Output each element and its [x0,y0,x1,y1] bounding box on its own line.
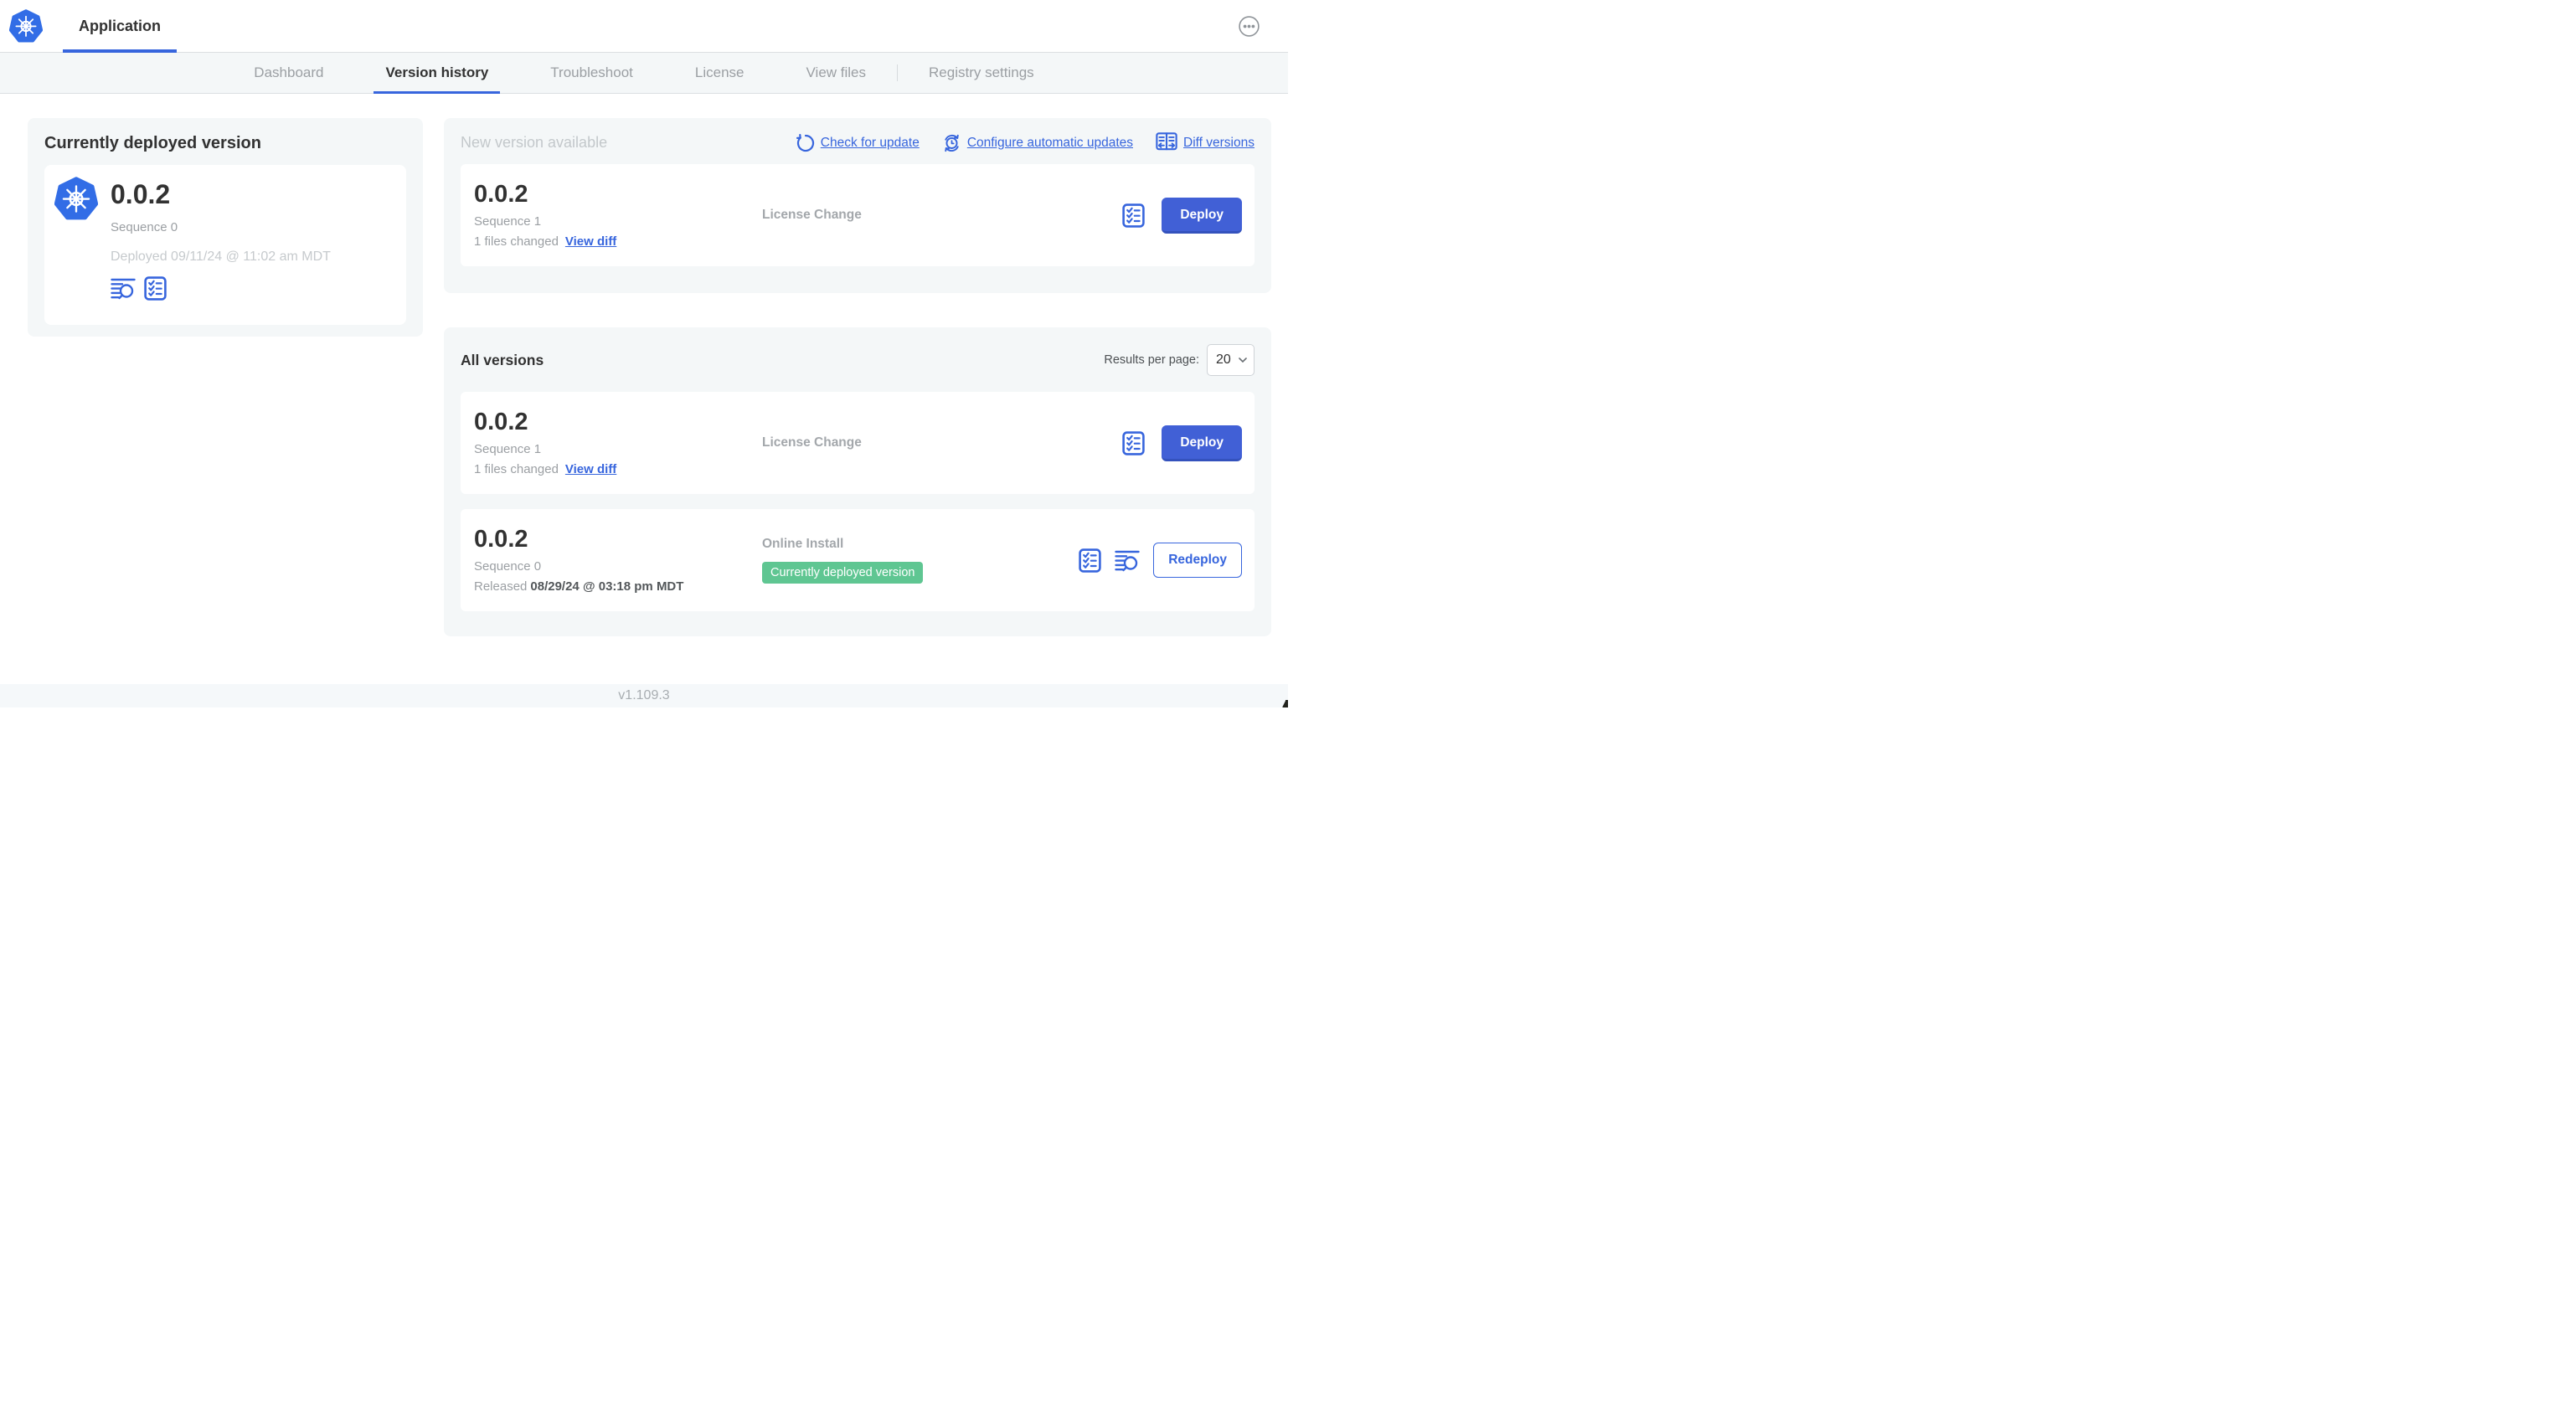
files-changed-text: 1 files changed [474,234,559,250]
version-history-column: New version available Check for update C… [444,118,1271,636]
released-line: Released 08/29/24 @ 03:18 pm MDT [474,579,762,594]
all-versions-card: All versions Results per page: 20 0.0.2 … [444,327,1271,636]
chevron-down-icon [1239,357,1247,363]
version-sequence: Sequence 1 [474,442,542,457]
version-row-deployed: 0.0.2 Sequence 0 Released 08/29/24 @ 03:1… [461,509,1255,611]
currently-deployed-badge: Currently deployed version [762,562,924,584]
diff-versions-label: Diff versions [1183,135,1255,150]
new-version-title: New version available [461,134,608,151]
row-spacer [461,494,1255,509]
app-nav-tabs: Dashboard Version history Troubleshoot L… [0,53,1288,94]
console-version: v1.109.3 [618,688,670,702]
released-prefix: Released [474,579,528,594]
version-row-actions: Deploy [1122,197,1242,234]
check-for-update-label: Check for update [820,135,920,150]
version-row: 0.0.2 Sequence 1 1 files changed View di… [461,392,1255,494]
all-versions-header: All versions Results per page: 20 [461,344,1255,376]
version-sequence: Sequence 0 [474,559,542,574]
tab-version-history[interactable]: Version history [374,53,501,94]
tab-dashboard[interactable]: Dashboard [242,53,335,93]
version-row-left: 0.0.2 Sequence 0 Released 08/29/24 @ 03:1… [474,525,762,594]
version-row-middle: License Change [762,208,1122,223]
kubernetes-logo-icon [9,9,43,43]
admin-console-page: Application Dashboard Version history Tr… [0,0,1288,708]
configure-automatic-updates-link[interactable]: Configure automatic updates [942,133,1133,152]
files-changed-text: 1 files changed [474,462,559,477]
configure-automatic-updates-label: Configure automatic updates [966,135,1133,150]
checklist-icon[interactable] [1079,548,1101,573]
results-per-page-select[interactable]: 20 [1207,344,1255,376]
app-tab-label: Application [79,17,161,34]
deploy-button[interactable]: Deploy [1162,197,1242,234]
overflow-menu-button[interactable] [1239,16,1260,37]
currently-deployed-version-box: 0.0.2 Sequence 0 Deployed 09/11/24 @ 11:… [44,165,406,325]
files-changed-line: 1 files changed View diff [474,234,762,249]
version-number: 0.0.2 [474,180,528,208]
checklist-icon[interactable] [1122,203,1146,228]
check-for-update-link[interactable]: Check for update [796,133,920,152]
auto-update-clock-icon [942,133,961,152]
view-diff-link[interactable]: View diff [565,462,616,476]
results-per-page-label: Results per page: [1104,353,1199,367]
checklist-icon[interactable] [144,276,167,301]
currently-deployed-title: Currently deployed version [44,134,261,152]
version-sequence: Sequence 1 [474,214,542,229]
version-row-left: 0.0.2 Sequence 1 1 files changed View di… [474,409,762,476]
nav-divider [897,64,899,81]
current-version-info: 0.0.2 Sequence 0 Deployed 09/11/24 @ 11:… [111,177,331,301]
diff-icon [1156,132,1177,153]
current-version-actions [111,276,331,301]
refresh-icon [796,133,815,152]
current-deployed-timestamp: Deployed 09/11/24 @ 11:02 am MDT [111,250,331,265]
version-row-middle: Online Install Currently deployed versio… [762,537,1079,584]
version-source: License Change [762,208,862,222]
version-row-actions: Redeploy [1079,543,1242,578]
new-version-card: New version available Check for update C… [444,118,1271,293]
footer: v1.109.3 [0,684,1288,708]
new-version-header: New version available Check for update C… [461,132,1255,153]
logs-icon[interactable] [1115,549,1140,572]
diff-versions-link[interactable]: Diff versions [1156,132,1255,153]
new-version-row: 0.0.2 Sequence 1 1 files changed View di… [461,164,1255,266]
version-number: 0.0.2 [474,525,528,553]
tab-troubleshoot[interactable]: Troubleshoot [538,53,645,93]
tab-registry-settings[interactable]: Registry settings [917,53,1046,93]
version-row-actions: Deploy [1122,424,1242,461]
redeploy-button[interactable]: Redeploy [1153,543,1242,578]
tab-view-files[interactable]: View files [795,53,878,93]
results-per-page: Results per page: 20 [1104,344,1255,376]
currently-deployed-card: Currently deployed version 0.0.2 Sequenc… [28,118,423,337]
all-versions-title: All versions [461,351,544,368]
checklist-icon[interactable] [1122,430,1146,455]
top-bar: Application [0,0,1288,53]
version-row-middle: License Change [762,435,1122,450]
version-actions: Check for update Configure automatic upd… [796,132,1255,153]
main-content: Currently deployed version 0.0.2 Sequenc… [0,94,1288,684]
tab-license[interactable]: License [683,53,756,93]
current-sequence: Sequence 0 [111,220,178,235]
version-source: License Change [762,435,862,450]
deploy-button[interactable]: Deploy [1162,424,1242,461]
results-per-page-value: 20 [1216,352,1231,367]
version-number: 0.0.2 [474,408,528,435]
corner-artifact [1279,700,1288,708]
version-row-left: 0.0.2 Sequence 1 1 files changed View di… [474,180,762,249]
logs-icon[interactable] [111,277,136,300]
version-source: Online Install [762,537,844,551]
kubernetes-app-icon [54,177,98,220]
view-diff-link[interactable]: View diff [565,234,616,249]
released-timestamp: 08/29/24 @ 03:18 pm MDT [530,579,684,594]
ellipsis-circle-icon [1239,16,1260,37]
files-changed-line: 1 files changed View diff [474,462,762,476]
app-tab-application[interactable]: Application [63,0,177,53]
current-version-number: 0.0.2 [111,179,171,209]
